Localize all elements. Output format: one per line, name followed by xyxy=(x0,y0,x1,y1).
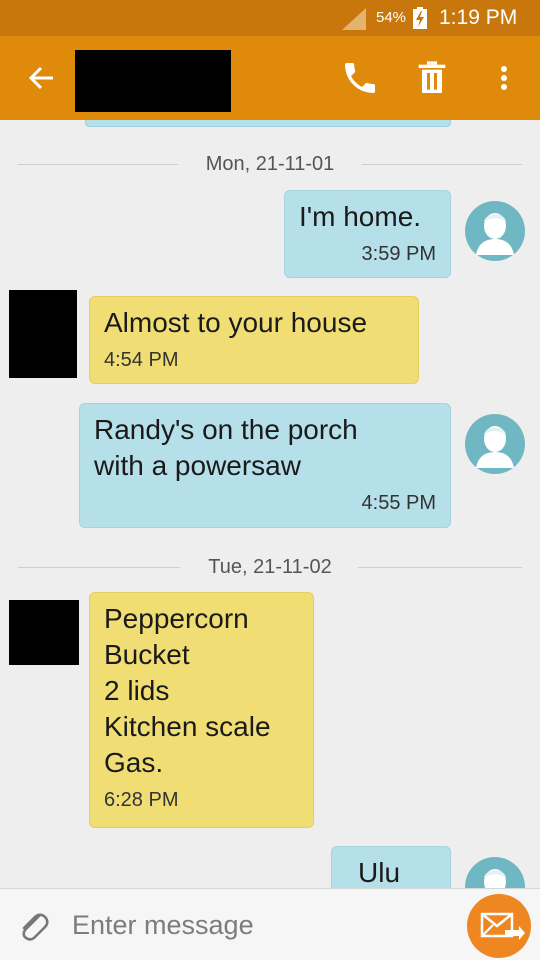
app-bar xyxy=(0,36,540,120)
battery-charging-icon xyxy=(413,7,427,29)
message-text: Peppercorn Bucket 2 lids Kitchen scale G… xyxy=(104,603,271,778)
message-time: 4:55 PM xyxy=(361,492,436,514)
phone-icon[interactable] xyxy=(340,58,380,98)
date-separator-text: Tue, 21-11-02 xyxy=(208,556,332,578)
send-button[interactable] xyxy=(467,894,531,958)
message-bubble-sent[interactable]: Ulu xyxy=(331,846,451,888)
compose-bar xyxy=(0,888,540,960)
signal-icon xyxy=(342,8,366,30)
person-avatar-icon xyxy=(465,857,525,888)
trash-icon[interactable] xyxy=(412,58,452,98)
battery-percentage: 54% xyxy=(376,9,407,26)
sender-avatar-redacted xyxy=(9,290,77,378)
message-bubble-sent[interactable]: Randy's on the porch with a powersaw 4:5… xyxy=(79,403,451,528)
paperclip-icon[interactable] xyxy=(14,905,54,945)
more-vert-icon[interactable] xyxy=(488,58,520,98)
message-time: 3:59 PM xyxy=(361,243,436,265)
person-avatar-icon xyxy=(465,201,525,261)
message-time: 6:28 PM xyxy=(104,789,179,811)
status-clock: 1:19 PM xyxy=(439,6,518,29)
previous-message-partial xyxy=(85,120,451,127)
message-thread[interactable]: Mon, 21-11-01 I'm home. 3:59 PM Almost t… xyxy=(0,120,540,888)
message-text: Ulu xyxy=(358,857,401,888)
message-input[interactable] xyxy=(72,903,452,947)
message-text: Randy's on the porch with a powersaw xyxy=(94,414,358,481)
message-text: Almost to your house xyxy=(104,307,368,338)
back-arrow-icon[interactable] xyxy=(22,60,62,96)
status-bar: 54% 1:19 PM xyxy=(0,0,540,36)
person-avatar-icon xyxy=(465,414,525,474)
message-time: 4:54 PM xyxy=(104,349,179,371)
sender-avatar-redacted xyxy=(9,600,79,665)
message-text: I'm home. xyxy=(299,201,422,232)
contact-name-redacted xyxy=(75,50,231,112)
send-mail-icon xyxy=(480,912,525,940)
message-bubble-received[interactable]: Almost to your house 4:54 PM xyxy=(89,296,419,384)
date-separator: Tue, 21-11-02 xyxy=(18,553,522,583)
message-bubble-received[interactable]: Peppercorn Bucket 2 lids Kitchen scale G… xyxy=(89,592,314,828)
date-separator: Mon, 21-11-01 xyxy=(18,150,522,180)
message-bubble-sent[interactable]: I'm home. 3:59 PM xyxy=(284,190,451,278)
date-separator-text: Mon, 21-11-01 xyxy=(205,153,335,175)
